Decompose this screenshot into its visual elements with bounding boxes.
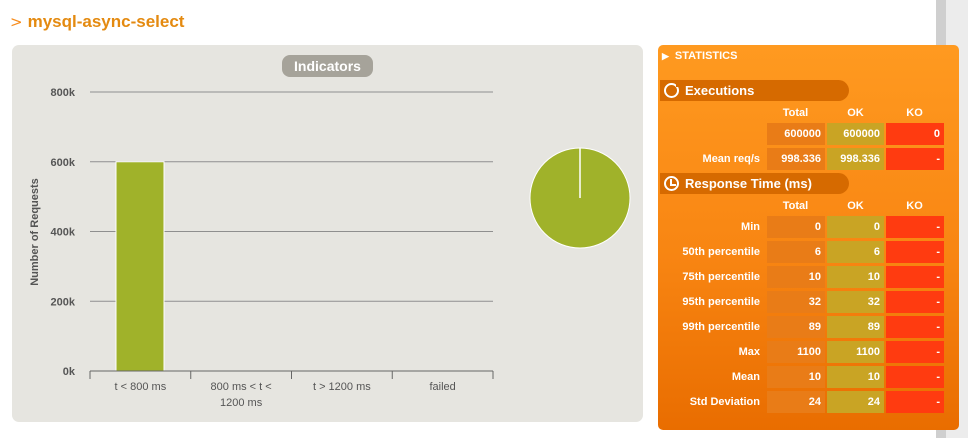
column-header-ko: KO [906, 107, 923, 119]
stat-cell-total: 1100 [767, 341, 825, 363]
column-header-total: Total [782, 200, 809, 212]
stat-cell-ko: - [886, 391, 944, 413]
stat-cell-ok: 89 [827, 316, 884, 338]
stat-cell-total: 0 [767, 216, 825, 238]
stat-cell-total: 32 [767, 291, 825, 313]
stat-cell-ko: - [886, 366, 944, 388]
executions-label: Executions [685, 83, 755, 98]
stat-cell-total: 10 [767, 366, 825, 388]
stat-cell-ko: - [886, 341, 944, 363]
stat-cell-ok: 0 [827, 216, 884, 238]
y-axis-label: Number of Requests [29, 178, 41, 286]
stat-cell-ok: 998.336 [827, 148, 884, 170]
stat-cell-ko: - [886, 241, 944, 263]
stat-cell-ok: 600000 [827, 123, 884, 145]
stat-cell-ok: 10 [827, 266, 884, 288]
response-time-section-bar: Response Time (ms) [660, 173, 849, 194]
refresh-icon [664, 82, 681, 98]
response-time-label: Response Time (ms) [685, 176, 812, 191]
x-tick-label: 1200 ms [220, 397, 263, 409]
column-header-ok: OK [847, 200, 864, 212]
y-tick-label: 400k [51, 227, 76, 239]
stat-row-label: 75th percentile [682, 271, 760, 283]
stat-cell-ko: 0 [886, 123, 944, 145]
stat-cell-total: 998.336 [767, 148, 825, 170]
stat-row-label: Max [738, 346, 760, 358]
stat-row-label: Mean [731, 371, 760, 383]
stat-cell-ok: 1100 [827, 341, 884, 363]
page: > mysql-async-select Indicators 0k 200k 40… [0, 0, 968, 438]
stat-cell-ok: 10 [827, 366, 884, 388]
column-header-ok: OK [847, 107, 864, 119]
y-tick-label: 200k [51, 296, 76, 308]
stat-cell-ko: - [886, 266, 944, 288]
stat-cell-ok: 32 [827, 291, 884, 313]
stat-row-label: 95th percentile [682, 296, 760, 308]
column-header-ko: KO [906, 200, 923, 212]
stat-row-label: Std Deviation [689, 396, 760, 408]
clock-icon [664, 176, 679, 191]
x-tick-label: t < 800 ms [115, 381, 167, 393]
x-tick-label: failed [429, 381, 455, 393]
stat-cell-total: 10 [767, 266, 825, 288]
y-tick-label: 600k [51, 157, 76, 169]
stat-row-label: 50th percentile [682, 246, 760, 258]
x-tick-label: 800 ms < t < [211, 381, 272, 393]
y-tick-label: 0k [63, 366, 76, 378]
stat-cell-total: 24 [767, 391, 825, 413]
executions-section-bar: Executions [660, 80, 849, 101]
statistics-header[interactable]: ▶ STATISTICS [662, 50, 737, 62]
stat-cell-total: 89 [767, 316, 825, 338]
stat-cell-ok: 24 [827, 391, 884, 413]
y-tick-label: 800k [51, 87, 76, 99]
stat-cell-ko: - [886, 216, 944, 238]
x-tick-label: t > 1200 ms [313, 381, 371, 393]
triangle-right-icon: ▶ [662, 50, 669, 61]
stat-cell-total: 600000 [767, 123, 825, 145]
stat-row-label: Mean req/s [702, 153, 760, 165]
stat-row-label: Min [741, 221, 760, 233]
stat-cell-ko: - [886, 148, 944, 170]
bar [115, 161, 165, 372]
stat-cell-ok: 6 [827, 241, 884, 263]
statistics-title: STATISTICS [674, 50, 738, 62]
stat-cell-total: 6 [767, 241, 825, 263]
stat-cell-ko: - [886, 291, 944, 313]
stat-cell-ko: - [886, 316, 944, 338]
column-header-total: Total [782, 107, 809, 119]
stat-row-label: 99th percentile [682, 321, 760, 333]
